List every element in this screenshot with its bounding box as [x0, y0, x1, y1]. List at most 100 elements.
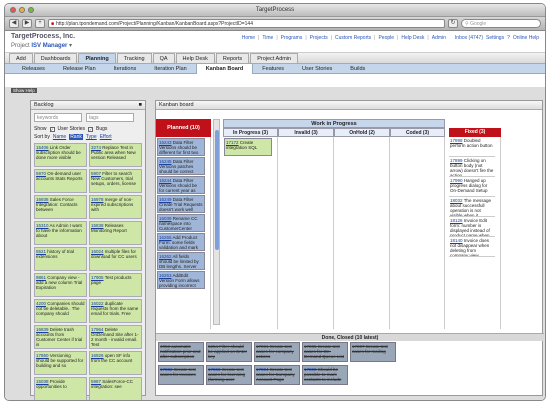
- back-button[interactable]: ◀: [9, 19, 19, 28]
- planned-card[interactable]: 16263 AddEdit Version Form allows provid…: [157, 271, 205, 289]
- planned-scrollbar[interactable]: [213, 119, 220, 325]
- link-online-help[interactable]: Online Help: [513, 35, 539, 50]
- fixed-card[interactable]: 17898 Doubled perform action button: [449, 137, 495, 157]
- backlog-card[interactable]: 4200 Companies should not be deletable..…: [34, 299, 87, 323]
- user-stories-checkbox[interactable]: ✓: [49, 126, 55, 132]
- tab-tracking[interactable]: Tracking: [116, 53, 152, 63]
- done-card[interactable]: 17804 Create test cases for Company Acco…: [254, 365, 300, 385]
- subtab-iterations[interactable]: Iterations: [105, 64, 146, 74]
- keywords-input[interactable]: keywords: [34, 113, 82, 122]
- backlog-card[interactable]: 16978 merge of non-expired subscriptions…: [89, 195, 142, 219]
- in-progress-card[interactable]: 17172 Create integration SQL: [224, 138, 272, 156]
- project-name[interactable]: ISV Manager: [31, 43, 67, 49]
- sort-effort-link[interactable]: Effort: [100, 134, 112, 140]
- minimize-window-button[interactable]: [19, 7, 25, 13]
- subtab-releases[interactable]: Releases: [13, 64, 54, 74]
- planned-card[interactable]: 16249 Data Filter Create Trial Requests …: [157, 195, 205, 213]
- web-search-input[interactable]: ⚲ Google: [461, 19, 541, 28]
- backlog-card[interactable]: 15406 Link Order subscription should be …: [34, 143, 87, 167]
- fixed-card[interactable]: 18140 Invoice does not disappear when de…: [449, 237, 495, 257]
- column-header-coded: Coded (3): [390, 128, 445, 137]
- backlog-card[interactable]: 17964 Delete OnDemand Site after 1-2 mon…: [89, 325, 142, 349]
- link-home[interactable]: Home: [242, 35, 255, 50]
- backlog-card[interactable]: 15310 As Admin I want to have the inform…: [34, 221, 87, 245]
- link-people[interactable]: People: [378, 35, 394, 50]
- link-projects[interactable]: Projects: [310, 35, 328, 50]
- sort-rank-link[interactable]: Rank: [69, 134, 83, 140]
- show-help-button[interactable]: Show Help: [11, 88, 37, 93]
- subtab-builds[interactable]: Builds: [341, 64, 374, 74]
- tab-help-desk[interactable]: Help Desk: [175, 53, 215, 63]
- backlog-cards: 15406 Link Order subscription should be …: [31, 141, 145, 400]
- backlog-card[interactable]: 17905 Test products page: [89, 273, 142, 297]
- backlog-card[interactable]: 16926 open SF info from the CC account: [89, 351, 142, 375]
- fixed-card[interactable]: 18126 Invoice Edit form: number is displ…: [449, 217, 495, 237]
- planned-column: 16243 Data Filter Versions should be dif…: [156, 137, 211, 329]
- zoom-window-button[interactable]: [28, 7, 34, 13]
- backlog-card[interactable]: 5907 Filter to search New Customers, tri…: [89, 169, 142, 193]
- sort-type-link[interactable]: Type: [86, 134, 97, 140]
- bugs-checkbox[interactable]: ✓: [88, 126, 94, 132]
- done-card[interactable]: 17800 Should be possible to mark contact…: [302, 365, 348, 385]
- chevron-down-icon[interactable]: ▾: [69, 43, 72, 49]
- planned-card[interactable]: 16262 All fields should be limited by DB…: [157, 252, 205, 270]
- done-card[interactable]: 17801 Create test cases for company acti…: [254, 342, 300, 362]
- backlog-card[interactable]: 16024 multiple files for download for CC…: [89, 247, 142, 271]
- done-card[interactable]: 17803 Create test cases for licensing (f…: [206, 365, 252, 385]
- subtab-release-plan[interactable]: Release Plan: [54, 64, 105, 74]
- forward-button[interactable]: ▶: [22, 19, 32, 28]
- done-card[interactable]: 17805 Create test cases for On-Demand Qu…: [302, 342, 348, 362]
- done-card[interactable]: 17802 Create test cases for invoices: [158, 365, 204, 385]
- backlog-card[interactable]: 16938 Sales Force Integration: Contacts …: [34, 195, 87, 219]
- tab-reports[interactable]: Reports: [215, 53, 250, 63]
- close-window-button[interactable]: [10, 7, 16, 13]
- subtab-kanban-board[interactable]: Kanban Board: [195, 63, 254, 74]
- sort-name-link[interactable]: Name: [53, 134, 66, 140]
- link-help-desk[interactable]: Help Desk: [401, 35, 424, 50]
- backlog-card[interactable]: 16022 duplicate requests from the same e…: [89, 299, 142, 323]
- backlog-card[interactable]: 15838 Releases Monitoring Report: [89, 221, 142, 245]
- backlog-card[interactable]: 15038 Provide opportunities to: [34, 377, 87, 400]
- tab-add[interactable]: Add: [9, 53, 33, 63]
- planned-card[interactable]: 16265 Add Product Form: some fields vali…: [157, 233, 205, 251]
- tab-qa[interactable]: QA: [152, 53, 175, 63]
- link-admin[interactable]: Admin: [432, 35, 446, 50]
- backlog-card[interactable]: 5987 SalesForce-CC integration: see: [89, 377, 142, 400]
- fixed-card[interactable]: 17990 Hanged up progress dialog for On-D…: [449, 177, 495, 197]
- backlog-card[interactable]: 5970 On-demand user accounts Stats Repor…: [34, 169, 87, 193]
- planned-card[interactable]: 16243 Data Filter Versions should be dif…: [157, 138, 205, 156]
- subtab-features[interactable]: Features: [253, 64, 293, 74]
- done-card[interactable]: 5254 Filter should be applied on Enter k…: [206, 342, 252, 362]
- backlog-card[interactable]: 16839 Delete trash accounts from Custome…: [34, 325, 87, 349]
- tab-project-admin[interactable]: Project Admin: [250, 53, 299, 63]
- fixed-card[interactable]: 18032 The message about successfull oper…: [449, 197, 495, 217]
- reload-icon[interactable]: ↻: [448, 19, 458, 28]
- close-icon[interactable]: ■: [139, 101, 142, 110]
- tab-dashboards[interactable]: Dashboards: [33, 53, 78, 63]
- backlog-card[interactable]: 3274 Replace Text in Public area when Ne…: [89, 143, 142, 167]
- link-custom-reports[interactable]: Custom Reports: [335, 35, 371, 50]
- fixed-card[interactable]: 17899 Clicking on button body (not arrow…: [449, 157, 495, 177]
- link-inbox[interactable]: Inbox (4747): [455, 35, 483, 50]
- backlog-card[interactable]: 9861 Company view - add a new column Tri…: [34, 273, 87, 297]
- planned-card[interactable]: 16039 Rename CC namespace into CustomerC…: [157, 214, 205, 232]
- subtab-iteration-plan[interactable]: Iteration Plan: [145, 64, 195, 74]
- link-time[interactable]: Time: [262, 35, 273, 50]
- tab-planning[interactable]: Planning: [78, 53, 116, 63]
- tags-input[interactable]: tags: [86, 113, 134, 122]
- planned-card[interactable]: 16245 Data Filter Versions patches shoul…: [157, 157, 205, 175]
- subtab-user-stories[interactable]: User Stories: [293, 64, 341, 74]
- add-tab-button[interactable]: +: [35, 19, 45, 28]
- planned-card[interactable]: 16244 Data Filter Versions should be for…: [157, 176, 205, 194]
- backlog-card[interactable]: 5521 history of trial extensions: [34, 247, 87, 271]
- bugs-label: Bugs: [96, 126, 108, 132]
- done-card[interactable]: 17807 Create test cases for mailing: [350, 342, 396, 362]
- address-bar[interactable]: ■ http://plan.tpondemand.com/Project/Pla…: [48, 19, 445, 28]
- link-programs[interactable]: Programs: [281, 35, 303, 50]
- backlog-title: Backlog: [34, 102, 54, 108]
- link-settings[interactable]: Settings: [486, 35, 504, 50]
- project-selector[interactable]: Project ISV Manager ▾: [11, 42, 75, 49]
- scrollbar-thumb[interactable]: [215, 130, 219, 250]
- backlog-card[interactable]: 17860 Versioning should be supported for…: [34, 351, 87, 375]
- done-card[interactable]: 4053 automatic notification prior and af…: [158, 342, 204, 362]
